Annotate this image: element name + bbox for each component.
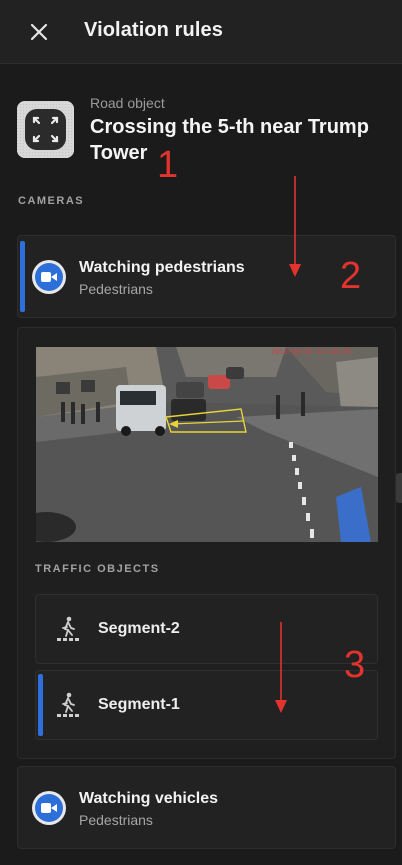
camera-feed-image[interactable]: 2012/08/02 13:48:00 <box>36 347 378 542</box>
annotation-arrow <box>289 176 301 277</box>
camera-title: Watching vehicles <box>79 790 218 807</box>
traffic-object-segment-1[interactable]: Segment-1 <box>35 670 378 740</box>
segment-label: Segment-1 <box>98 696 180 713</box>
page-title: Violation rules <box>84 19 223 41</box>
selected-indicator <box>20 241 25 312</box>
header-bar: Violation rules <box>0 0 402 64</box>
traffic-object-segment-2[interactable]: Segment-2 <box>35 594 378 664</box>
annotation-arrow <box>275 622 287 713</box>
camera-subtitle: Pedestrians <box>79 812 153 828</box>
expand-arrows-icon <box>17 101 74 158</box>
selected-indicator <box>38 674 43 736</box>
traffic-objects-section-label: TRAFFIC OBJECTS <box>35 563 160 575</box>
pedestrian-crossing-icon <box>57 692 79 717</box>
pedestrian-crossing-icon <box>57 616 79 641</box>
road-object-name: Crossing the 5-th near Trump Tower <box>90 116 369 164</box>
annotation-number: 2 <box>340 255 362 297</box>
annotation-number: 1 <box>157 144 179 186</box>
cameras-section-label: CAMERAS <box>18 195 85 207</box>
camera-card-watching-vehicles[interactable]: Watching vehicles Pedestrians <box>17 766 396 849</box>
road-object-label: Road object <box>90 95 165 111</box>
scrollbar-handle[interactable] <box>396 473 402 503</box>
camera-icon <box>32 791 66 825</box>
annotation-number: 3 <box>344 644 366 686</box>
camera-timestamp: 2012/08/02 13:48:00 <box>271 349 351 357</box>
close-icon <box>30 23 48 41</box>
road-object-thumbnail[interactable] <box>17 101 74 158</box>
segment-label: Segment-2 <box>98 620 180 637</box>
camera-title: Watching pedestrians <box>79 259 245 276</box>
close-button[interactable] <box>24 17 54 47</box>
camera-details-panel: 2012/08/02 13:48:00 TRAFFIC OBJECTS Segm… <box>17 327 396 759</box>
camera-icon <box>32 260 66 294</box>
violation-rules-screen: Violation rules Road object Crossing the… <box>0 0 402 865</box>
camera-subtitle: Pedestrians <box>79 281 153 297</box>
